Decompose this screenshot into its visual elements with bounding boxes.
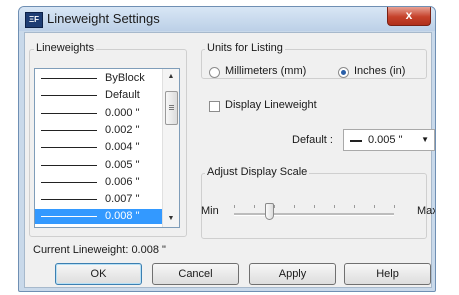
radio-inches[interactable] (338, 67, 349, 78)
ok-button[interactable]: OK (55, 263, 142, 285)
lineweight-item-label: Default (105, 89, 140, 102)
cancel-button[interactable]: Cancel (152, 263, 239, 285)
lineweight-sample-line (41, 112, 97, 114)
close-button[interactable]: x (387, 7, 431, 26)
title-bar[interactable]: ΞF Lineweight Settings x (19, 7, 435, 31)
lineweight-sample-line (41, 199, 97, 201)
radio-millimeters-label: Millimeters (mm) (225, 65, 307, 77)
lineweight-list-item[interactable]: Default (35, 88, 163, 103)
app-icon: ΞF (25, 12, 43, 28)
dialog-body: Lineweights ByBlock Default 0.000 " 0.002 "… (24, 32, 435, 288)
lineweight-sample-line (41, 129, 97, 131)
slider-tick (374, 205, 375, 208)
display-lineweight-label: Display Lineweight (225, 99, 317, 111)
lineweight-item-label: 0.007 " (105, 193, 140, 206)
lineweight-list-item[interactable]: 0.007 " (35, 192, 163, 207)
lineweight-sample-line (41, 181, 97, 183)
slider-tick (274, 205, 275, 208)
lineweight-swatch (350, 140, 362, 142)
display-lineweight-checkbox[interactable] (209, 101, 220, 112)
lineweight-list-item[interactable]: 0.000 " (35, 106, 163, 121)
lineweight-item-label: 0.002 " (105, 123, 140, 136)
lineweight-list-item[interactable]: 0.002 " (35, 123, 163, 138)
default-label: Default : (292, 134, 333, 146)
lineweight-item-label: 0.000 " (105, 106, 140, 119)
radio-millimeters[interactable] (209, 67, 220, 78)
scale-slider-thumb[interactable] (265, 203, 275, 220)
slider-tick (294, 205, 295, 208)
lineweight-list-item[interactable]: ByBlock (35, 71, 163, 86)
lineweight-sample-line (41, 78, 97, 79)
lineweight-list-item[interactable]: 0.005 " (35, 158, 163, 173)
lineweight-item-label: 0.005 " (105, 158, 140, 171)
lineweight-item-label: ByBlock (105, 72, 145, 84)
lineweight-list-item[interactable]: 0.006 " (35, 175, 163, 190)
slider-tick (394, 205, 395, 208)
radio-inches-label: Inches (in) (354, 65, 406, 77)
lineweight-item-label: 0.006 " (105, 175, 140, 188)
default-lineweight-select[interactable]: 0.005 " ▼ (343, 129, 435, 151)
window-title: Lineweight Settings (47, 11, 160, 26)
scale-max-label: Max (417, 205, 436, 217)
slider-tick (254, 205, 255, 208)
slider-tick (354, 205, 355, 208)
scroll-down-arrow-icon[interactable]: ▼ (163, 211, 179, 227)
lineweight-item-label: 0.004 " (105, 141, 140, 154)
default-lineweight-value: 0.005 " (368, 134, 403, 146)
lineweight-sample-line (41, 95, 97, 97)
slider-tick (234, 205, 235, 208)
lineweight-sample-line (41, 164, 97, 166)
current-lineweight-text: Current Lineweight: 0.008 " (33, 244, 166, 256)
chevron-down-icon[interactable]: ▼ (421, 135, 429, 144)
lineweights-group-label: Lineweights (34, 42, 97, 54)
apply-button[interactable]: Apply (249, 263, 336, 285)
lineweight-list-item[interactable]: 0.004 " (35, 140, 163, 155)
lineweight-sample-line (41, 216, 97, 218)
lineweight-item-label: 0.008 " (105, 210, 140, 223)
dialog-window: ΞF Lineweight Settings x Lineweights ByB… (18, 6, 436, 292)
scale-slider-track[interactable] (234, 213, 394, 216)
lineweights-list[interactable]: ByBlock Default 0.000 " 0.002 " 0.004 " 0.005… (34, 68, 180, 228)
units-group-label: Units for Listing (205, 42, 285, 54)
lineweight-sample-line (41, 147, 97, 149)
slider-tick (314, 205, 315, 208)
scroll-up-arrow-icon[interactable]: ▲ (163, 69, 179, 85)
help-button[interactable]: Help (344, 263, 431, 285)
slider-tick (334, 205, 335, 208)
scroll-thumb[interactable] (165, 91, 178, 125)
lineweight-list-item[interactable]: 0.008 " (35, 209, 163, 225)
scale-min-label: Min (201, 205, 219, 217)
scale-group-label: Adjust Display Scale (205, 166, 310, 178)
list-scrollbar[interactable]: ▲ ▼ (162, 69, 179, 227)
